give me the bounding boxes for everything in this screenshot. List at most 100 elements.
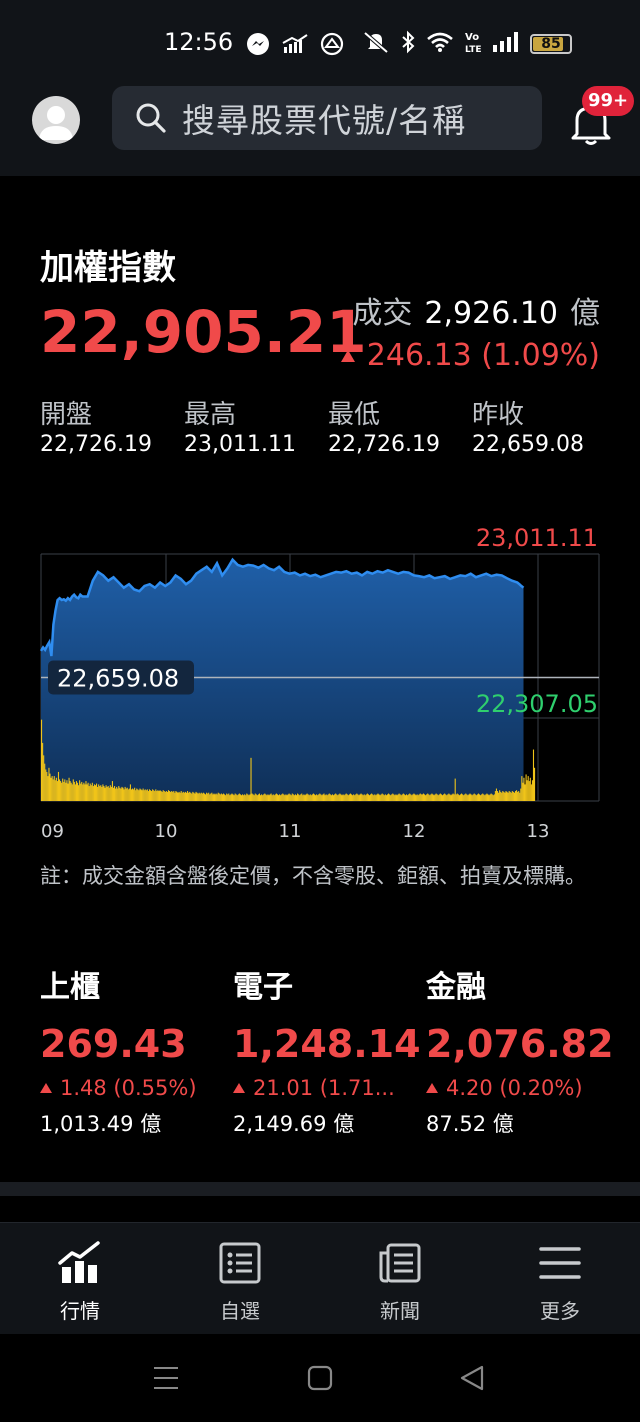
volume-bar (144, 789, 146, 801)
volume-bar (449, 794, 451, 801)
volume-bar (63, 781, 65, 801)
volume-bar (151, 791, 153, 801)
volume-bar (145, 790, 147, 801)
volume-bar (426, 794, 428, 801)
volume-bar (110, 786, 112, 801)
volume-bar (166, 791, 168, 801)
volume-bar (324, 795, 326, 801)
sub-index-electronics[interactable]: 電子 1,248.14 21.01 (1.71... 2,149.69 億 (233, 962, 426, 1138)
volume-bar (85, 781, 87, 801)
volume-bar (372, 794, 374, 801)
ohlc-value: 22,659.08 (472, 432, 584, 457)
volume-bar (134, 787, 136, 801)
volume-line: 成交 2,926.10 億 (352, 288, 600, 332)
volume-bar (404, 795, 407, 801)
volume-bar (534, 767, 536, 801)
x-tick-label: 12 (403, 821, 426, 842)
home-icon[interactable] (306, 1364, 334, 1392)
battery-icon: 85 (530, 34, 572, 54)
volume-bar (395, 794, 397, 801)
sub-index-title: 電子 (233, 970, 293, 1005)
volume-bar (520, 788, 522, 801)
volume-bar (334, 794, 336, 801)
ohlc-row: 開盤 22,726.19 最高 23,011.11 最低 22,726.19 昨… (40, 394, 620, 457)
volume-bar (277, 795, 280, 801)
volume-bar (46, 771, 48, 801)
sub-index-volume: 1,013.49 億 (40, 1112, 162, 1136)
search-placeholder: 搜尋股票代號/名稱 (182, 101, 467, 140)
volume-bar (287, 794, 289, 801)
sub-index-finance[interactable]: 金融 2,076.82 4.20 (0.20%) 87.52 億 (426, 962, 619, 1138)
recent-apps-icon[interactable] (152, 1364, 180, 1392)
search-input[interactable]: 搜尋股票代號/名稱 (112, 86, 542, 150)
volume-bar (44, 763, 46, 801)
volume-bar (111, 781, 113, 801)
volume-bar (331, 794, 334, 801)
volume-bar (226, 793, 228, 801)
nav-more[interactable]: 更多 (480, 1223, 640, 1334)
nav-news[interactable]: 新聞 (320, 1223, 480, 1334)
volume-bar (57, 771, 60, 801)
volume-bar (510, 792, 512, 801)
svg-text:LTE: LTE (465, 45, 482, 54)
volume-bar (92, 786, 94, 801)
volume-bar (88, 786, 90, 801)
volume-bar (157, 790, 159, 801)
volume-bar (97, 786, 99, 801)
volume-bar (237, 794, 239, 801)
volume-bar (265, 794, 267, 801)
volume-bar (276, 794, 279, 801)
volume-bar (53, 776, 55, 801)
volume-bar (187, 791, 189, 801)
volume-bar (350, 794, 353, 801)
sub-index-otc[interactable]: 上櫃 269.43 1.48 (0.55%) 1,013.49 億 (40, 962, 233, 1138)
volume-bar (455, 794, 457, 801)
volume-bar (511, 791, 513, 801)
volume-bar (129, 784, 131, 801)
volume-bar (459, 794, 462, 801)
volume-bar (392, 793, 394, 801)
volume-bar (218, 793, 220, 801)
volume-bar (345, 793, 347, 801)
volume-bar (286, 795, 288, 801)
volume-bar (375, 795, 377, 801)
volume-bar (371, 793, 373, 801)
volume-bar (202, 792, 204, 801)
sub-index-change: 1.48 (0.55%) (40, 1068, 233, 1108)
nav-watchlist[interactable]: 自選 (160, 1223, 320, 1334)
volume-bar (41, 719, 43, 801)
volume-bar (203, 793, 206, 801)
volume-bar (269, 794, 271, 801)
avatar[interactable] (32, 96, 80, 144)
volume-bar (283, 794, 285, 801)
intraday-chart[interactable]: 22,659.08 23,011.11 22,307.05 09 10 11 12 13 (0, 520, 640, 860)
volume-bar (523, 777, 525, 801)
volume-bar (124, 786, 126, 801)
volume-bar (264, 793, 266, 801)
volume-bar (376, 794, 378, 801)
index-change: 246.13 (1.09%) (340, 338, 600, 373)
volume-bar (239, 794, 241, 801)
nav-market[interactable]: 行情 (0, 1223, 160, 1334)
volume-bar (398, 793, 400, 801)
volume-bar (206, 792, 208, 801)
back-icon[interactable] (458, 1364, 486, 1392)
volume-bar (267, 794, 269, 801)
volume-bar (506, 791, 508, 801)
volume-bar (181, 792, 183, 801)
volume-bar (422, 793, 425, 801)
index-title: 加權指數 (40, 248, 176, 288)
volume-bar (106, 786, 108, 801)
volume-bar (222, 793, 225, 801)
volume-bar (242, 794, 244, 801)
volume-bar (120, 788, 122, 801)
volume-bar (519, 792, 521, 801)
system-nav-bar (0, 1334, 640, 1422)
volume-bar (362, 795, 364, 801)
volume-bar (249, 794, 251, 801)
volume-bar (440, 794, 442, 801)
volume-bar (488, 795, 490, 801)
bluetooth-icon (400, 30, 416, 58)
volume-bar (524, 784, 526, 801)
volume-bar (310, 795, 312, 801)
